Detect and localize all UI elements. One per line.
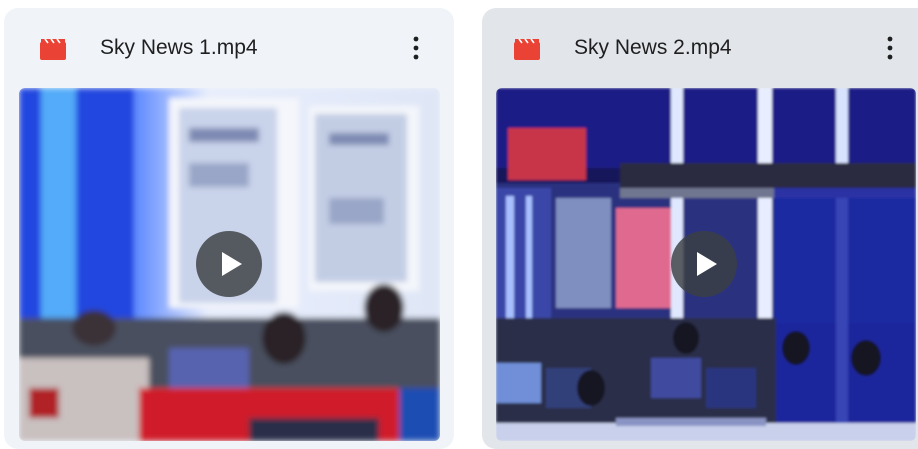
video-file-icon bbox=[40, 38, 66, 60]
file-card[interactable]: Sky News 2.mp4 bbox=[482, 8, 918, 449]
more-options-button[interactable] bbox=[398, 30, 434, 66]
play-icon bbox=[697, 252, 717, 276]
more-vert-icon bbox=[413, 36, 419, 60]
file-name: Sky News 1.mp4 bbox=[100, 36, 258, 59]
video-file-icon bbox=[514, 38, 540, 60]
play-button[interactable] bbox=[671, 231, 737, 297]
file-card-header: Sky News 2.mp4 bbox=[482, 8, 918, 88]
more-vert-icon bbox=[887, 36, 893, 60]
file-card[interactable]: Sky News 1.mp4 bbox=[4, 8, 454, 449]
play-icon bbox=[222, 252, 242, 276]
file-card-header: Sky News 1.mp4 bbox=[4, 8, 454, 88]
file-name: Sky News 2.mp4 bbox=[574, 36, 732, 59]
more-options-button[interactable] bbox=[872, 30, 908, 66]
video-thumbnail[interactable] bbox=[19, 88, 440, 441]
play-button[interactable] bbox=[196, 231, 262, 297]
file-grid: Sky News 1.mp4 Sky News 2.mp4 bbox=[0, 0, 918, 449]
video-thumbnail[interactable] bbox=[496, 88, 916, 441]
